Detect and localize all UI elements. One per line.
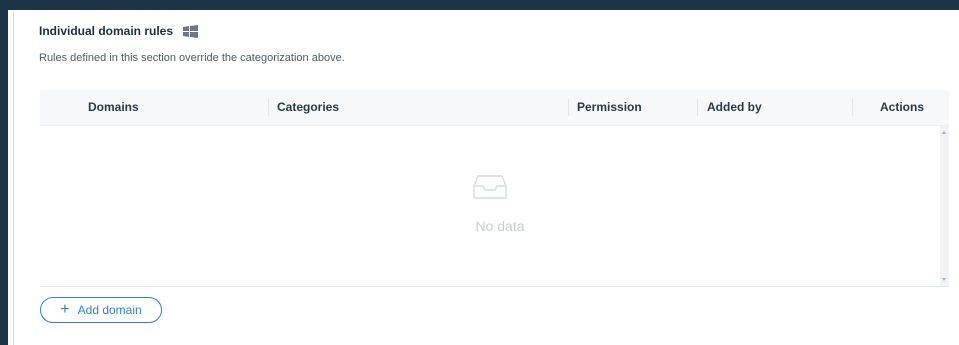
empty-state-text: No data xyxy=(475,218,525,234)
vertical-scrollbar[interactable] xyxy=(940,126,949,286)
column-separator xyxy=(697,99,698,116)
panel-divider xyxy=(13,10,14,345)
section-header: Individual domain rules xyxy=(39,24,199,38)
section-description: Rules defined in this section override t… xyxy=(39,52,345,64)
individual-domain-rules-panel: Individual domain rules Rules defined in… xyxy=(8,10,959,345)
domain-rules-table: Domains Categories Permission Added by A… xyxy=(40,90,949,287)
add-domain-button[interactable]: + Add domain xyxy=(40,297,162,323)
column-header-permission[interactable]: Permission xyxy=(577,90,642,125)
add-domain-label: Add domain xyxy=(77,303,142,317)
windows-icon xyxy=(183,24,199,38)
scroll-up-arrow-icon[interactable] xyxy=(942,131,946,134)
column-header-domains[interactable]: Domains xyxy=(88,90,139,125)
column-separator xyxy=(852,99,853,116)
column-header-added-by[interactable]: Added by xyxy=(707,90,762,125)
empty-state: No data xyxy=(40,126,940,286)
section-title: Individual domain rules xyxy=(39,24,174,38)
empty-inbox-icon xyxy=(472,172,508,202)
plus-icon: + xyxy=(60,301,70,318)
table-body: No data xyxy=(40,126,949,286)
column-separator xyxy=(268,99,269,116)
scroll-down-arrow-icon[interactable] xyxy=(942,278,946,281)
column-header-categories[interactable]: Categories xyxy=(277,90,339,125)
column-separator xyxy=(568,99,569,116)
table-header: Domains Categories Permission Added by A… xyxy=(40,90,949,126)
column-header-actions: Actions xyxy=(880,100,925,114)
